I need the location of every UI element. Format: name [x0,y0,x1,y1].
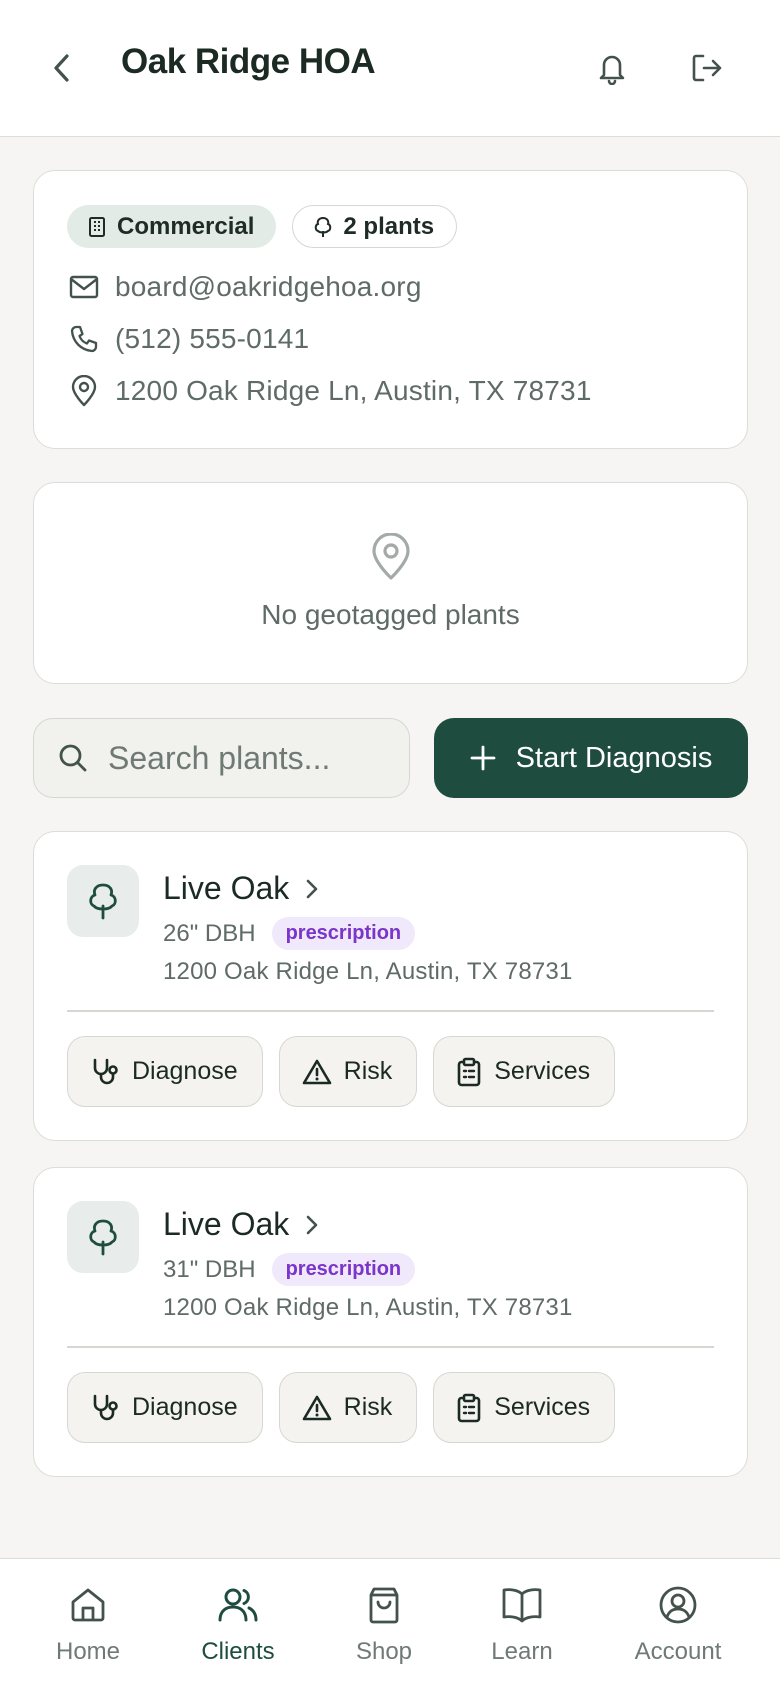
plant-address: 1200 Oak Ridge Ln, Austin, TX 78731 [163,1294,573,1321]
back-button[interactable] [40,44,84,92]
diagnose-label: Diagnose [132,1393,238,1421]
clipboard-icon [456,1393,482,1423]
services-button[interactable]: Services [433,1036,616,1107]
services-button[interactable]: Services [433,1372,616,1443]
shopping-bag-icon [365,1585,403,1625]
plant-title-link[interactable]: Live Oak [163,1206,319,1243]
divider [67,1010,714,1012]
tree-icon [89,1219,117,1256]
diagnose-label: Diagnose [132,1057,238,1085]
nav-clients[interactable]: Clients [168,1559,308,1688]
tree-icon [89,883,117,920]
home-icon [69,1585,107,1625]
prescription-tag: prescription [271,1253,416,1286]
services-label: Services [494,1057,591,1085]
logout-button[interactable] [685,44,729,92]
plant-actions: Diagnose Risk Services [67,1372,616,1443]
nav-learn-label: Learn [491,1638,553,1665]
client-email: board@oakridgehoa.org [115,271,422,302]
plant-thumbnail [67,865,139,937]
client-email-row[interactable]: board@oakridgehoa.org [67,271,422,303]
users-icon [217,1585,259,1625]
plant-count-badge: 2 plants [292,205,458,248]
book-open-icon [501,1585,543,1625]
diagnose-button[interactable]: Diagnose [67,1372,263,1443]
nav-learn[interactable]: Learn [452,1559,592,1688]
nav-home-label: Home [55,1638,121,1665]
plant-search-box[interactable] [33,718,410,798]
nav-shop[interactable]: Shop [314,1559,454,1688]
stethoscope-icon [90,1393,120,1423]
client-type-badge: Commercial [67,205,277,248]
risk-button[interactable]: Risk [278,1036,418,1107]
warning-triangle-icon [302,1394,332,1422]
building-icon [87,216,107,238]
bell-icon [599,55,625,85]
prescription-tag: prescription [271,917,416,950]
plant-meta: 26" DBH prescription [163,917,416,950]
plant-actions: Diagnose Risk Services [67,1036,616,1107]
start-diagnosis-label: Start Diagnosis [515,741,713,774]
search-input[interactable] [108,739,398,777]
diagnose-button[interactable]: Diagnose [67,1036,263,1107]
mail-icon [67,275,101,299]
nav-home[interactable]: Home [18,1559,158,1688]
nav-clients-label: Clients [201,1638,275,1665]
nav-shop-label: Shop [355,1638,413,1665]
plant-card: Live Oak 26" DBH prescription 1200 Oak R… [33,831,748,1141]
tree-icon [313,216,333,238]
plant-card: Live Oak 31" DBH prescription 1200 Oak R… [33,1167,748,1477]
risk-button[interactable]: Risk [278,1372,418,1443]
phone-icon [67,324,101,354]
services-label: Services [494,1393,591,1421]
start-diagnosis-button[interactable]: Start Diagnosis [434,718,748,798]
plant-count-label: 2 plants [343,212,435,240]
logout-icon [692,54,722,82]
risk-label: Risk [343,1393,393,1421]
clipboard-icon [456,1057,482,1087]
map-pin-icon [67,375,101,407]
chevron-left-icon [54,54,69,82]
chevron-right-icon [305,1214,319,1236]
client-phone-row[interactable]: (512) 555-0141 [67,323,309,355]
page-title: Oak Ridge HOA [121,42,376,81]
client-type-label: Commercial [117,212,255,240]
user-circle-icon [658,1585,698,1625]
plus-icon [470,745,496,771]
search-icon [58,743,88,773]
client-badges: Commercial 2 plants [67,205,458,248]
chevron-right-icon [305,878,319,900]
app-header: Oak Ridge HOA [0,0,780,137]
notifications-button[interactable] [590,44,634,92]
plant-name: Live Oak [163,1206,290,1242]
map-pin-icon [370,533,412,581]
warning-triangle-icon [302,1058,332,1086]
map-empty-text: No geotagged plants [261,599,520,630]
divider [67,1346,714,1348]
nav-account[interactable]: Account [608,1559,748,1688]
plant-map-card: No geotagged plants [33,482,748,684]
risk-label: Risk [343,1057,393,1085]
client-info-card: Commercial 2 plants board@oakridgehoa.or… [33,170,748,449]
stethoscope-icon [90,1057,120,1087]
plant-address: 1200 Oak Ridge Ln, Austin, TX 78731 [163,958,573,985]
client-address: 1200 Oak Ridge Ln, Austin, TX 78731 [115,375,592,406]
client-address-row: 1200 Oak Ridge Ln, Austin, TX 78731 [67,375,592,407]
plant-name: Live Oak [163,870,290,906]
plant-dbh: 31" DBH [163,1255,256,1283]
client-phone: (512) 555-0141 [115,323,310,354]
bottom-nav: Home Clients Shop Learn Account [0,1558,780,1688]
nav-account-label: Account [634,1638,722,1665]
plant-thumbnail [67,1201,139,1273]
plant-dbh: 26" DBH [163,919,256,947]
plant-meta: 31" DBH prescription [163,1253,416,1286]
plant-title-link[interactable]: Live Oak [163,870,319,907]
